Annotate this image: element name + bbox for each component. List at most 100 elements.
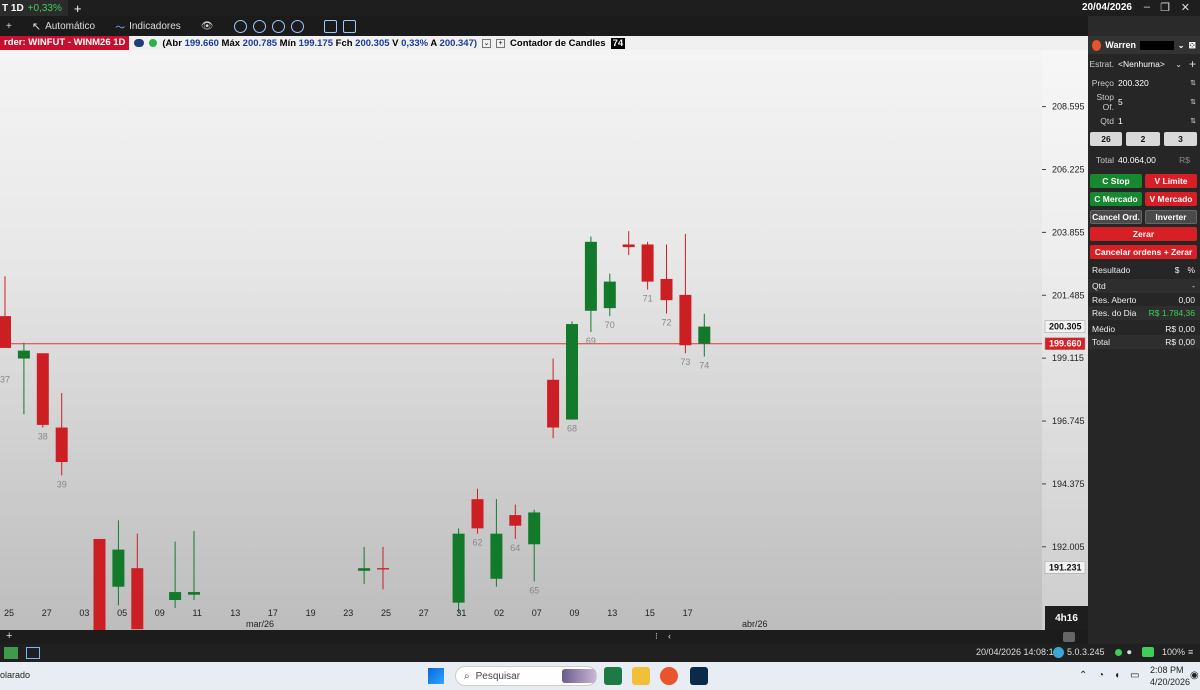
account-dropdown-icon[interactable]: ⌄: [1178, 41, 1185, 50]
buy-market-button[interactable]: C Mercado: [1090, 192, 1142, 206]
invert-button[interactable]: Inverter: [1145, 210, 1197, 224]
candle-body[interactable]: [112, 549, 125, 587]
status-zoom[interactable]: 100%: [1162, 647, 1185, 657]
order-panel: Warren ⌄ ⊠ Estrat. <Nenhuma> ⌄ + Preço 2…: [1088, 36, 1200, 644]
candle-body[interactable]: [622, 244, 635, 248]
stop-stepper-icon[interactable]: ⇅: [1190, 98, 1196, 106]
volume-icon[interactable]: ◖: [1114, 670, 1120, 681]
quantity-input[interactable]: 1: [1118, 116, 1123, 126]
add-strategy-button[interactable]: +: [1189, 57, 1196, 71]
candle-body[interactable]: [17, 350, 30, 359]
tray-chevron-icon[interactable]: ⌃: [1079, 670, 1087, 681]
candle-body[interactable]: [452, 533, 465, 603]
cancel-orders-button[interactable]: Cancel Ord.: [1090, 210, 1142, 224]
collapse-button[interactable]: ⌄: [482, 38, 492, 48]
candle-body[interactable]: [131, 568, 144, 630]
candle-body[interactable]: [584, 241, 597, 311]
chart-tab[interactable]: T 1D +0,33%: [0, 0, 68, 16]
strategy-dropdown-icon[interactable]: ⌄: [1175, 60, 1182, 69]
file-explorer-icon[interactable]: [632, 667, 650, 685]
asset-label[interactable]: rder: WINFUT - WINM26 1D: [0, 36, 130, 50]
chart-mode-icon[interactable]: [26, 647, 40, 659]
clock-date[interactable]: 4/20/2026: [1150, 677, 1190, 687]
candle-body[interactable]: [698, 326, 711, 344]
excel-icon[interactable]: [604, 667, 622, 685]
candle-body[interactable]: [0, 316, 11, 348]
zoom-reset-icon[interactable]: [290, 19, 304, 33]
sell-market-button[interactable]: V Mercado: [1145, 192, 1197, 206]
candle-body[interactable]: [679, 294, 692, 346]
qty-preset-2[interactable]: 2: [1126, 132, 1160, 146]
result-percent-toggle[interactable]: %: [1187, 265, 1195, 275]
profit-app-icon[interactable]: [690, 667, 708, 685]
scroll-end-button[interactable]: [1063, 632, 1075, 642]
sell-limit-button[interactable]: V Limite: [1145, 174, 1197, 188]
candle-body[interactable]: [358, 568, 371, 571]
candle-body[interactable]: [660, 278, 673, 301]
candle-body[interactable]: [603, 281, 616, 309]
restore-icon[interactable]: ❐: [1160, 1, 1170, 14]
candle-body[interactable]: [528, 512, 541, 545]
bell-icon[interactable]: ⏺: [1127, 647, 1132, 658]
x-tick-label: 25: [4, 608, 14, 618]
buy-stop-button[interactable]: C Stop: [1090, 174, 1142, 188]
price-input[interactable]: 200.320: [1118, 78, 1149, 88]
minimize-icon[interactable]: –: [1144, 1, 1150, 13]
quantity-row[interactable]: Qtd 1 ⇅: [1088, 113, 1200, 129]
auto-scale-button[interactable]: ↖ Automático: [32, 20, 95, 33]
candle-body[interactable]: [55, 427, 68, 463]
quantity-stepper-icon[interactable]: ⇅: [1190, 117, 1196, 125]
candle-body[interactable]: [188, 592, 200, 595]
stop-offset-row[interactable]: Stop Of. 5 ⇅: [1088, 92, 1200, 112]
result-currency-toggle[interactable]: $: [1175, 265, 1180, 275]
candle-body[interactable]: [471, 499, 484, 529]
candle-body[interactable]: [377, 568, 389, 570]
candlestick-chart[interactable]: 208.595 206.225 203.855 201.485 199.115 196.7…: [0, 50, 1088, 630]
cancel-and-zero-button[interactable]: Cancelar ordens + Zerar: [1090, 245, 1197, 259]
candle-body[interactable]: [547, 379, 560, 428]
candle-body[interactable]: [36, 353, 49, 425]
indicators-button[interactable]: 〜 Indicadores: [115, 19, 181, 34]
start-icon[interactable]: [428, 668, 444, 684]
candle-counter-value: 74: [610, 37, 626, 49]
zoom-fit-icon[interactable]: [271, 19, 285, 33]
price-row[interactable]: Preço 200.320 ⇅: [1088, 75, 1200, 91]
candle-body[interactable]: [93, 538, 106, 630]
scroll-handle-icon[interactable]: ⁝: [655, 631, 658, 642]
price-chart[interactable]: 208.595 206.225 203.855 201.485 199.115 196.7…: [0, 50, 1088, 630]
close-icon[interactable]: ✕: [1181, 1, 1190, 14]
add-study-button[interactable]: +: [496, 38, 506, 48]
qty-preset-1[interactable]: 26: [1090, 132, 1122, 146]
panel-close-icon[interactable]: ⊠: [1188, 40, 1196, 51]
strategy-select[interactable]: <Nenhuma>: [1118, 59, 1165, 69]
battery-icon[interactable]: ▭: [1130, 670, 1139, 681]
notification-icon[interactable]: ◉: [1190, 670, 1199, 681]
candle-body[interactable]: [490, 533, 503, 579]
add-pane-button[interactable]: +: [6, 630, 12, 642]
clock-time[interactable]: 2:08 PM: [1150, 665, 1184, 675]
add-tool-button[interactable]: +: [6, 21, 12, 32]
asset-toggle-icon[interactable]: [134, 39, 145, 47]
strategy-row[interactable]: Estrat. <Nenhuma> ⌄ +: [1088, 56, 1200, 72]
wifi-icon[interactable]: ◔: [1098, 670, 1104, 681]
status-menu-icon[interactable]: ≡: [1188, 647, 1193, 657]
eye-icon[interactable]: 👁: [201, 21, 214, 32]
account-selector[interactable]: Warren ⌄ ⊠: [1088, 36, 1200, 54]
zoom-out-icon[interactable]: [252, 19, 266, 33]
price-stepper-icon[interactable]: ⇅: [1190, 79, 1196, 87]
candle-body[interactable]: [566, 324, 578, 420]
zoom-in-icon[interactable]: [233, 19, 247, 33]
candle-body[interactable]: [169, 592, 182, 600]
x-tick-label: 17: [683, 608, 693, 618]
zero-position-button[interactable]: Zerar: [1090, 227, 1197, 241]
candle-body[interactable]: [509, 515, 522, 526]
firefox-icon[interactable]: [660, 667, 678, 685]
candle-body[interactable]: [641, 244, 654, 282]
qty-preset-3[interactable]: 3: [1164, 132, 1197, 146]
clock-icon[interactable]: [323, 19, 337, 33]
indicators-label: Indicadores: [129, 20, 181, 32]
scroll-left-icon[interactable]: ‹: [668, 631, 671, 641]
layout-icon[interactable]: [342, 19, 356, 33]
add-tab-button[interactable]: +: [74, 1, 82, 16]
stop-offset-input[interactable]: 5: [1118, 97, 1123, 107]
